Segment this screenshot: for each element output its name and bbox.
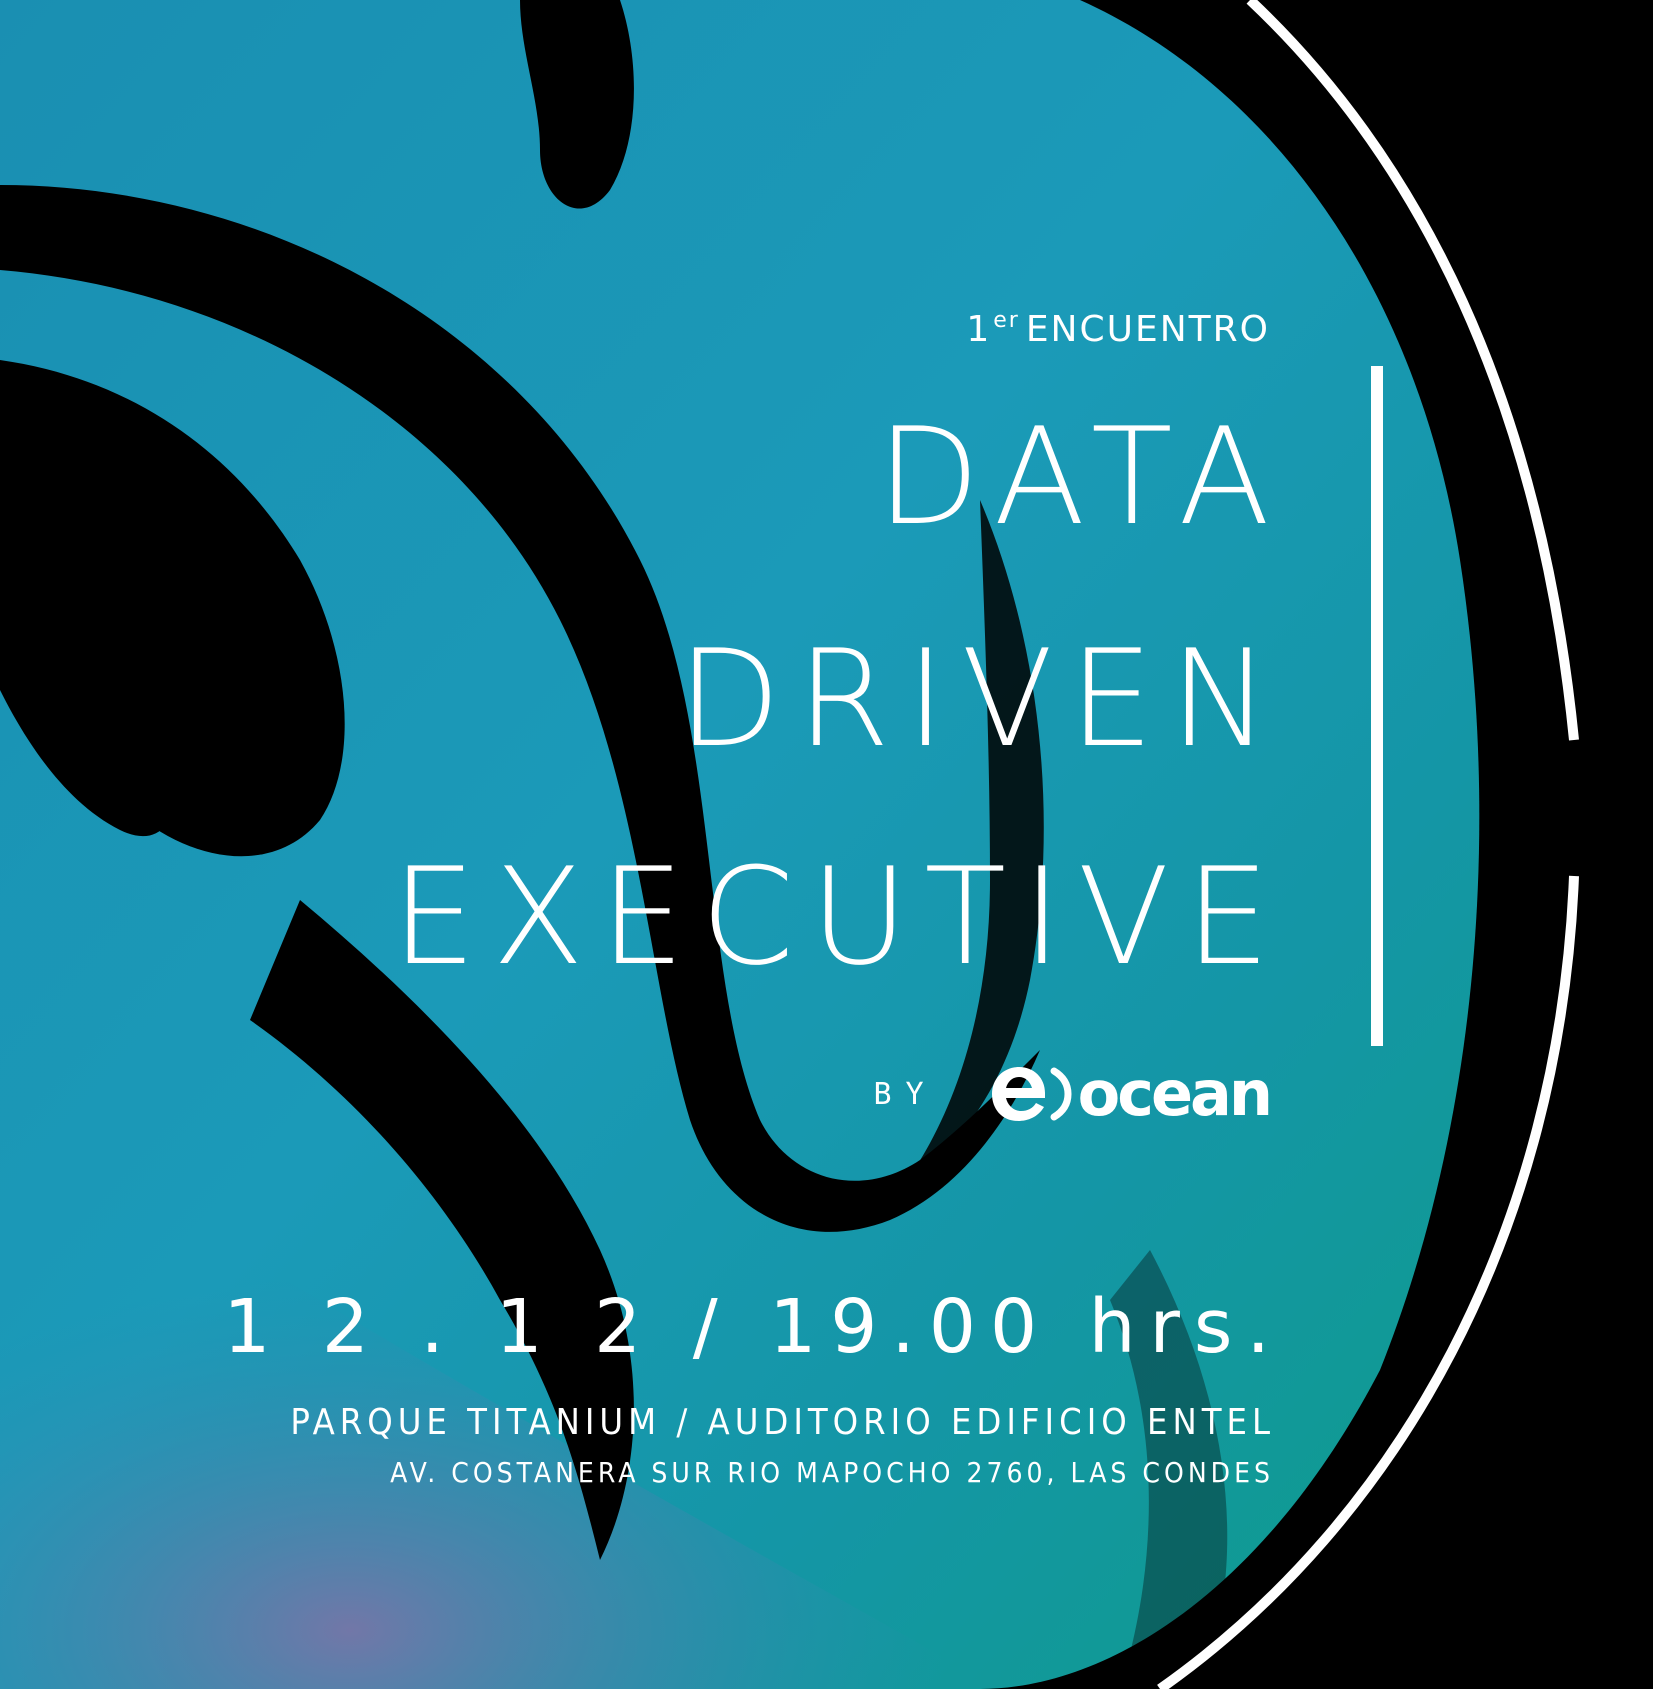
- e-logo-icon: [988, 1063, 1072, 1125]
- title-line-2: DRIVEN: [677, 621, 1286, 777]
- event-poster: 1er ENCUENTRO DATA DRIVEN EXECUTIVE BY oc…: [0, 0, 1653, 1689]
- edition-kicker: 1er ENCUENTRO: [966, 308, 1270, 350]
- edition-ordinal: er: [993, 308, 1020, 333]
- byline: BY ocean: [873, 1054, 1274, 1134]
- byline-label: BY: [873, 1076, 938, 1112]
- ocean-logo: ocean: [988, 1057, 1273, 1130]
- edition-label: ENCUENTRO: [1025, 309, 1270, 350]
- event-address: AV. COSTANERA SUR RIO MAPOCHO 2760, LAS …: [390, 1456, 1274, 1489]
- edition-number: 1: [966, 309, 992, 350]
- vertical-divider: [1371, 366, 1383, 1046]
- event-venue: PARQUE TITANIUM / AUDITORIO EDIFICIO ENT…: [290, 1402, 1275, 1443]
- title-line-3: EXECUTIVE: [391, 839, 1286, 995]
- title-line-1: DATA: [876, 399, 1286, 555]
- logo-wordmark: ocean: [1077, 1057, 1273, 1130]
- event-date-time: 1 2 . 1 2 / 19.00 hrs.: [223, 1284, 1284, 1370]
